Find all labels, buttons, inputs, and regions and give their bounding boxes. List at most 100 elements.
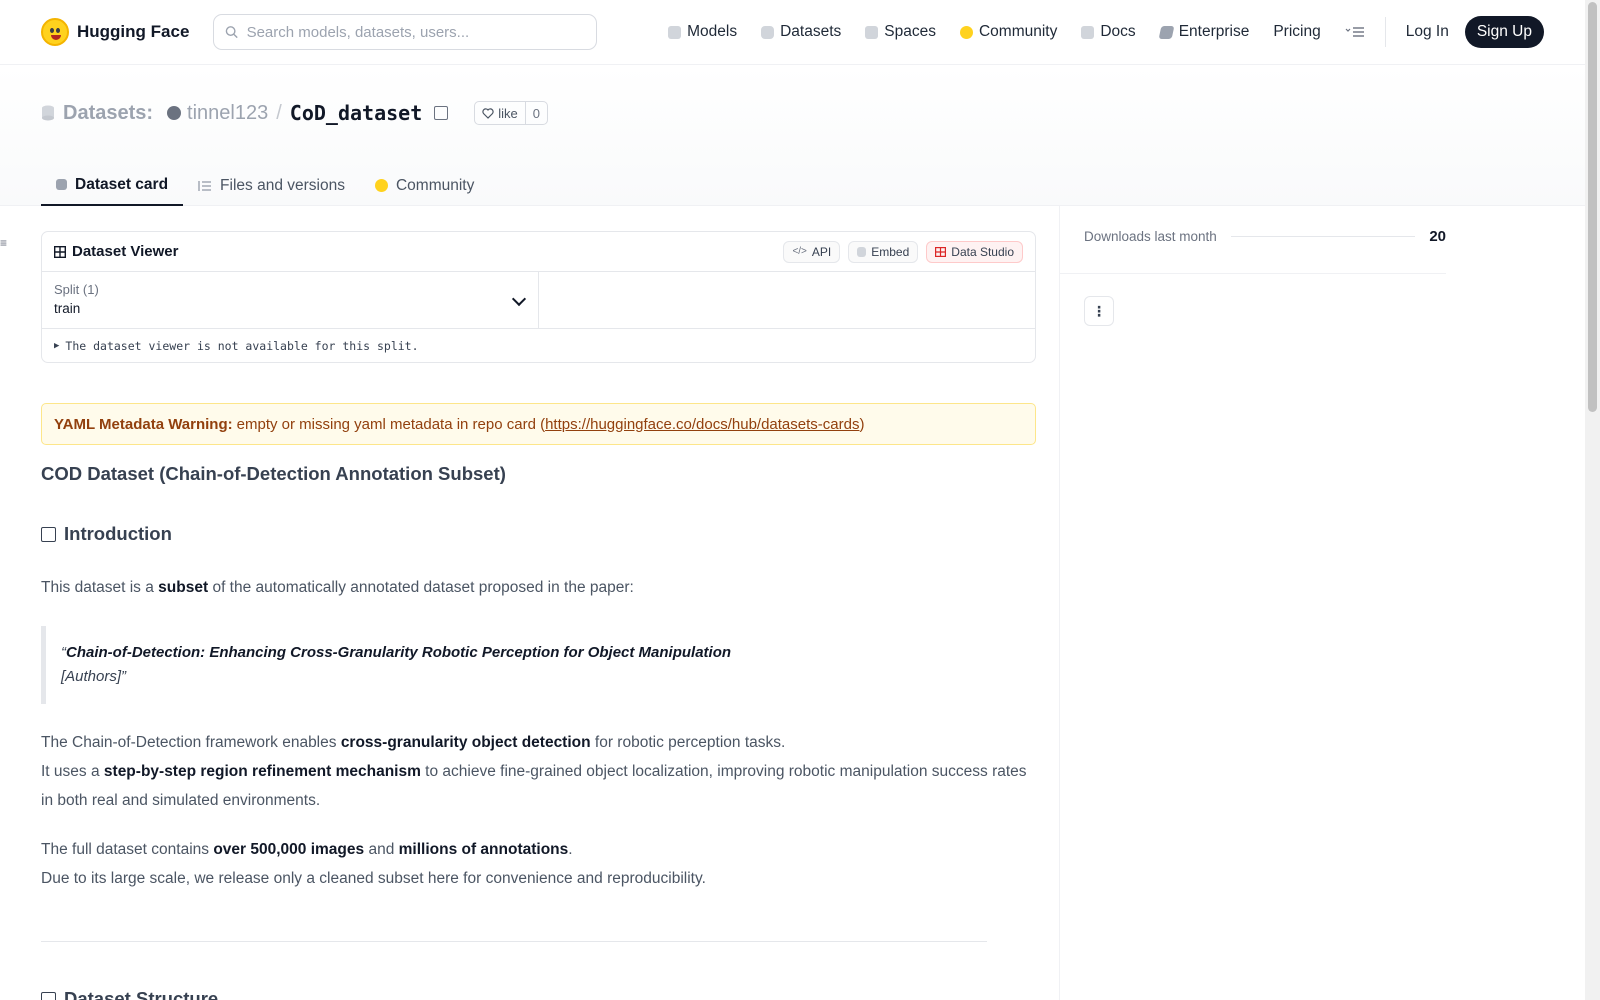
downloads-sparkline	[1230, 236, 1416, 237]
path-separator: /	[276, 101, 282, 124]
login-link[interactable]: Log In	[1394, 14, 1461, 50]
tab-community-label: Community	[395, 176, 475, 194]
hug-icon	[959, 25, 973, 39]
like-button[interactable]: like	[475, 102, 525, 124]
text-span: The full dataset contains	[41, 841, 214, 858]
table-icon	[54, 245, 66, 258]
dataset-viewer: Dataset Viewer </> API Embed Data Studio …	[41, 231, 1036, 363]
search-icon	[226, 26, 239, 39]
yaml-warning: YAML Metadata Warning: empty or missing …	[41, 403, 1036, 445]
vertical-dots-icon: ⋮	[1092, 302, 1106, 319]
heart-icon	[482, 107, 494, 119]
framework-paragraph: The Chain-of-Detection framework enables…	[41, 728, 1036, 815]
section-divider	[41, 941, 987, 942]
like-widget[interactable]: like 0	[474, 101, 548, 125]
nav-spaces-label: Spaces	[884, 23, 936, 40]
viewer-title-text: Dataset Viewer	[72, 243, 179, 260]
api-button[interactable]: </> API	[783, 240, 841, 263]
viewer-header: Dataset Viewer </> API Embed Data Studio	[42, 232, 1035, 272]
triangle-right-icon: ▶	[54, 340, 60, 351]
hugging-face-logo-icon	[41, 18, 69, 46]
paper-quote: “Chain-of-Detection: Enhancing Cross-Gra…	[41, 626, 1001, 704]
nav-pricing-label: Pricing	[1273, 23, 1321, 40]
viewer-message-text: The dataset viewer is not available for …	[65, 338, 419, 353]
text-span: for robotic perception tasks.	[590, 734, 786, 751]
embed-button[interactable]: Embed	[848, 240, 919, 263]
text-strong: over 500,000 images	[213, 841, 365, 858]
intro-paragraph: This dataset is a subset of the automati…	[41, 573, 1036, 602]
brand-name: Hugging Face	[77, 22, 190, 41]
more-menu-button[interactable]	[1333, 14, 1377, 50]
sidebar-divider	[1060, 273, 1446, 274]
search-box[interactable]	[213, 14, 598, 50]
dataset-card-content: Dataset Viewer </> API Embed Data Studio …	[41, 231, 1036, 1000]
tab-community[interactable]: Community	[360, 165, 489, 206]
spreadsheet-icon	[935, 246, 947, 257]
owner-link[interactable]: tinnel123	[167, 102, 268, 125]
right-sidebar: Downloads last month 20 ⋮	[1059, 206, 1585, 1000]
checkbox-icon	[41, 991, 56, 1000]
toc-toggle-icon[interactable]: ≡	[0, 236, 7, 250]
split-select[interactable]: Split (1) train	[42, 272, 539, 328]
nav-enterprise-label: Enterprise	[1178, 23, 1250, 40]
embed-icon	[857, 246, 867, 257]
scrollbar[interactable]	[1585, 0, 1600, 1000]
signup-label: Sign Up	[1476, 23, 1532, 40]
text-span: .	[568, 841, 573, 858]
viewer-title: Dataset Viewer	[54, 243, 178, 260]
top-navbar: Hugging Face Models Datasets Spaces Comm…	[0, 0, 1585, 65]
tab-dataset-card[interactable]: Dataset card	[41, 165, 184, 206]
files-icon	[198, 180, 212, 191]
text-span: and	[364, 841, 399, 858]
downloads-value: 20	[1429, 228, 1446, 245]
nav-datasets[interactable]: Datasets	[749, 14, 853, 50]
split-row: Split (1) train	[42, 272, 1035, 329]
viewer-message[interactable]: ▶ The dataset viewer is not available fo…	[42, 329, 1035, 362]
more-options-button[interactable]: ⋮	[1084, 296, 1114, 326]
dataset-structure-heading-text: Dataset Structure	[64, 988, 219, 1000]
hug-icon	[374, 179, 388, 192]
copy-icon[interactable]	[434, 106, 449, 120]
brand-logo[interactable]: Hugging Face	[41, 18, 189, 46]
scrollbar-thumb[interactable]	[1588, 2, 1597, 412]
nav-community[interactable]: Community	[948, 14, 1069, 50]
text-span: The Chain-of-Detection framework enables	[41, 734, 341, 751]
nav-models[interactable]: Models	[656, 14, 749, 50]
api-label: API	[811, 244, 832, 259]
cube-icon	[668, 25, 682, 39]
warning-title: YAML Metadata Warning:	[54, 415, 233, 433]
nav-spaces[interactable]: Spaces	[853, 14, 948, 50]
repo-title: Datasets: tinnel123 / CoD_dataset like 0	[41, 101, 548, 125]
nav-community-label: Community	[978, 23, 1058, 40]
nav-pricing[interactable]: Pricing	[1261, 14, 1332, 50]
tab-files-and-versions[interactable]: Files and versions	[183, 165, 360, 206]
nav-docs-label: Docs	[1100, 23, 1136, 40]
database-icon	[761, 25, 775, 39]
search-input[interactable]	[246, 23, 586, 41]
owner-avatar	[167, 106, 182, 120]
menu-list-icon	[1345, 27, 1364, 37]
signup-button[interactable]: Sign Up	[1464, 16, 1544, 48]
card-title: COD Dataset (Chain-of-Detection Annotati…	[41, 463, 506, 484]
split-value: train	[54, 301, 81, 316]
nav-divider	[1384, 17, 1386, 47]
like-count[interactable]: 0	[524, 102, 547, 124]
data-studio-button[interactable]: Data Studio	[926, 240, 1023, 263]
database-icon	[42, 105, 54, 121]
introduction-heading: Introduction	[41, 523, 1036, 545]
nav-enterprise[interactable]: Enterprise	[1148, 14, 1262, 50]
repo-name[interactable]: CoD_dataset	[290, 101, 422, 125]
docs-link[interactable]: https://huggingface.co/docs/hub/datasets…	[545, 416, 859, 433]
text-span: of the automatically annotated dataset p…	[208, 579, 634, 596]
scale-paragraph: The full dataset contains over 500,000 i…	[41, 835, 1036, 893]
section-label[interactable]: Datasets:	[63, 102, 153, 125]
repo-header: Datasets: tinnel123 / CoD_dataset like 0…	[0, 65, 1585, 206]
grid-icon	[865, 25, 879, 39]
paper-title: Chain-of-Detection: Enhancing Cross-Gran…	[66, 644, 732, 661]
enterprise-icon	[1158, 25, 1175, 39]
like-label: like	[498, 105, 518, 121]
nav-docs[interactable]: Docs	[1069, 14, 1147, 50]
tab-dataset-card-label: Dataset card	[75, 175, 169, 193]
cube-icon	[56, 179, 67, 190]
warning-close-paren: )	[859, 415, 865, 433]
